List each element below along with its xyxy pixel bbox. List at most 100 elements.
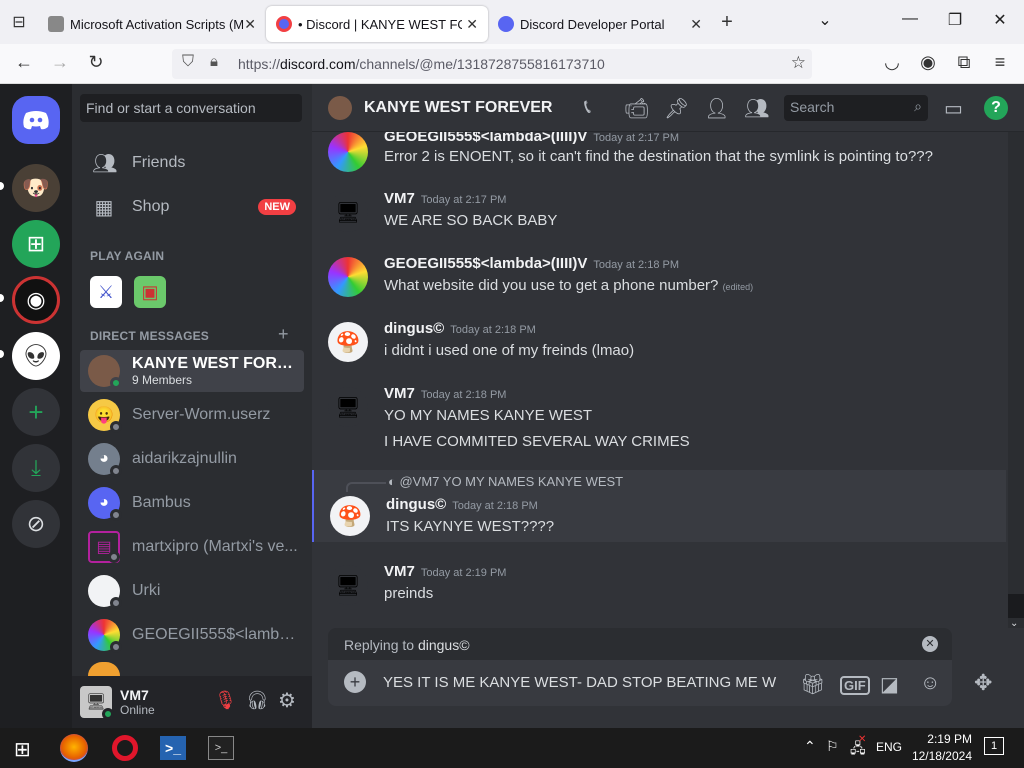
url-bar[interactable]: ⛉ 🔒︎ https://discord.com/channels/@me/13… [172,49,812,79]
user-avatar [88,575,122,609]
message-author[interactable]: VM7 Today at 2:18 PM [384,385,506,402]
new-tab-icon[interactable]: + [712,11,742,34]
opera-icon[interactable] [112,735,138,761]
gear-favicon-icon [48,16,64,32]
scroll-down-icon[interactable]: ⌄ [1010,618,1018,629]
friends-nav-item[interactable]: 👥︎ Friends [80,142,304,184]
dm-item[interactable]: GEOEGII555$<lambd... [80,614,304,656]
dm-item[interactable]: 😛 Server-Worm.userz [80,394,304,436]
add-friends-icon[interactable]: 👤︎ [704,96,729,121]
user-panel: 🖥︎ VM7 Online 🎙︎ 🎧︎ ⚙ [72,676,312,728]
inbox-icon[interactable]: ▭ [944,96,963,121]
powershell-icon[interactable]: >_ [160,736,186,760]
gif-icon[interactable]: GIF [840,676,870,695]
game-icon-2[interactable]: ▣ [134,276,166,308]
download-icon[interactable]: ⤓ [12,444,60,492]
server-dog-avatar[interactable]: 🐶 [12,164,60,212]
message-author[interactable]: VM7 Today at 2:17 PM [384,190,506,207]
sticker-icon[interactable]: ◪ [880,672,899,697]
dm-search-input[interactable]: Find or start a conversation [80,94,302,122]
message-input[interactable]: YES IT IS ME KANYE WEST- DAD STOP BEATIN… [383,674,776,691]
dm-item[interactable]: ◕ aidarikzajnullin [80,438,304,480]
reload-icon[interactable]: ↻ [84,52,108,73]
terminal-icon[interactable]: >_ [208,736,234,760]
message-author[interactable]: dingus© Today at 2:18 PM [384,320,536,337]
attach-plus-icon[interactable]: + [344,671,366,693]
dm-item[interactable]: ◕ Bambus [80,482,304,524]
firefox-icon[interactable] [60,734,88,762]
close-tab-icon[interactable]: ✕ [466,16,478,33]
shield-icon[interactable]: ⛉ [182,53,194,71]
discord-favicon-icon [498,16,514,32]
dm-item[interactable]: KANYE WEST FOREV... 9 Members [80,350,304,392]
member-list-icon[interactable]: 👥︎ [744,96,769,121]
message-text: preinds [384,585,434,602]
user-avatar[interactable]: 🖥︎ [328,387,368,427]
message-author[interactable]: GEOEGII555$<lambda>(IIII)V Today at 2:17 … [384,132,679,145]
self-avatar[interactable]: 🖥︎ [80,686,114,720]
gift-icon[interactable]: 🎁︎ [800,672,825,697]
server-reddit-avatar[interactable]: 👽︎ [12,332,60,380]
back-icon[interactable]: ← [12,52,36,73]
cancel-reply-icon[interactable]: ✕ [922,636,938,652]
shop-nav-item[interactable]: ▦ Shop NEW [80,186,304,228]
user-avatar[interactable]: 🍄 [328,322,368,362]
chevron-down-icon[interactable]: ⌄ [810,10,840,30]
discord-favicon-icon [276,16,292,32]
pin-icon[interactable]: 📌︎ [664,96,689,121]
clock[interactable]: 2:19 PM 12/18/2024 [908,731,972,765]
user-avatar[interactable] [328,257,368,297]
minimize-icon[interactable]: — [895,10,925,28]
create-dm-icon[interactable]: + [278,324,289,345]
voice-call-icon[interactable]: 📞︎ [584,96,591,119]
reply-preview[interactable]: ◐ @VM7 YO MY NAMES KANYE WEST [388,474,623,489]
language-indicator[interactable]: ENG [876,740,902,754]
explore-compass-icon[interactable]: ⊘ [12,500,60,548]
help-icon[interactable]: ? [984,96,1008,120]
headphones-icon[interactable]: 🎧︎ [246,690,269,711]
tab-list-icon[interactable]: ⊟ [0,12,38,32]
tab-activation-scripts[interactable]: Microsoft Activation Scripts (M ✕ [38,6,266,42]
message-composer[interactable]: + YES IT IS ME KANYE WEST- DAD STOP BEAT… [328,660,952,706]
show-hidden-icons-chevron[interactable]: ⌃ [804,738,816,755]
account-icon[interactable]: ◉ [916,52,940,73]
menu-icon[interactable]: ≡ [988,52,1012,73]
windows-start-icon[interactable]: ⊞ [14,737,31,762]
lock-icon[interactable]: 🔒︎ [210,53,218,70]
discord-home-icon[interactable] [12,96,60,144]
forward-icon[interactable]: → [48,52,72,73]
close-tab-icon[interactable]: ✕ [244,16,256,33]
close-tab-icon[interactable]: ✕ [690,16,702,33]
pocket-icon[interactable]: ◡ [880,52,904,73]
message-author[interactable]: GEOEGII555$<lambda>(IIII)V Today at 2:18 … [384,255,679,272]
server-windows-avatar[interactable]: ⊞ [12,220,60,268]
channel-search-input[interactable]: Search ⌕ [784,95,928,121]
bookmark-star-icon[interactable]: ☆ [791,53,806,73]
close-window-icon[interactable]: ✕ [985,10,1015,30]
add-server-icon[interactable]: + [12,388,60,436]
scrollbar-thumb[interactable] [1008,594,1024,618]
video-call-icon[interactable]: 📹︎ [624,96,649,121]
message-author[interactable]: dingus© Today at 2:18 PM [386,496,538,513]
settings-gear-icon[interactable]: ⚙ [278,688,296,713]
user-avatar[interactable]: 🍄 [330,496,370,536]
server-obs-avatar[interactable]: ◉ [12,276,60,324]
user-avatar[interactable]: 🖥︎ [328,192,368,232]
message: 🍄 dingus© Today at 2:18 PM i didnt i used… [312,318,1006,368]
mute-mic-icon[interactable]: 🎙︎ [214,690,237,711]
message-scrollbar[interactable]: ⌄ [1008,132,1024,629]
dm-item[interactable]: Urki [80,570,304,612]
notifications-icon[interactable]: 1 [984,737,1004,755]
notification-area-icon[interactable]: ⚐ [826,738,839,755]
restore-icon[interactable]: ❐ [940,10,970,30]
extensions-icon[interactable]: ⧉ [952,52,976,73]
tab-discord[interactable]: • Discord | KANYE WEST FOREV ✕ [266,6,488,42]
tab-developer-portal[interactable]: Discord Developer Portal ✕ [488,6,712,42]
apps-icon[interactable]: ✥ [974,670,992,696]
dm-item[interactable]: ▤ martxipro (Martxi's ve... [80,526,304,568]
user-avatar[interactable] [328,132,368,172]
game-icon-1[interactable]: ⚔ [90,276,122,308]
message-author[interactable]: VM7 Today at 2:19 PM [384,563,506,580]
user-avatar[interactable]: 🖥︎ [328,565,368,605]
emoji-icon[interactable]: ☺ [920,672,940,695]
